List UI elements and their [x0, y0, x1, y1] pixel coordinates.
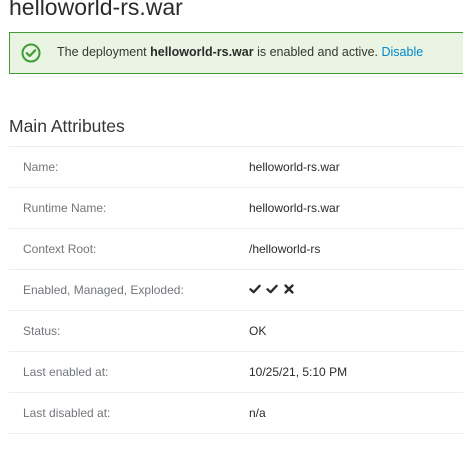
attribute-row-last-enabled: Last enabled at: 10/25/21, 5:10 PM	[9, 352, 463, 393]
check-circle-icon	[21, 43, 41, 63]
attribute-label: Enabled, Managed, Exploded:	[23, 283, 184, 297]
status-value: OK	[249, 324, 267, 338]
attribute-label: Context Root:	[23, 242, 97, 256]
attribute-row-context-root: Context Root: /helloworld-rs	[9, 229, 463, 270]
attribute-label: Last enabled at:	[23, 365, 109, 379]
attribute-row-status: Status: OK	[9, 311, 463, 352]
deployment-details-page: helloworld-rs.war The deployment hellowo…	[0, 0, 463, 461]
attribute-value: 10/25/21, 5:10 PM	[249, 365, 348, 379]
attribute-label: Last disabled at:	[23, 406, 111, 420]
alert-message-prefix: The deployment	[57, 45, 151, 59]
flags-value	[249, 283, 295, 295]
attribute-row-runtime-name: Runtime Name: helloworld-rs.war	[9, 188, 463, 229]
attribute-value: helloworld-rs.war	[249, 160, 340, 174]
times-icon	[283, 283, 295, 295]
attribute-label: Status:	[23, 324, 61, 338]
attribute-row-flags: Enabled, Managed, Exploded:	[9, 270, 463, 311]
alert-deployment-name: helloworld-rs.war	[150, 45, 254, 59]
attribute-value: helloworld-rs.war	[249, 201, 340, 215]
main-attributes-heading: Main Attributes	[9, 116, 125, 136]
alert-message: The deployment helloworld-rs.war is enab…	[57, 45, 423, 59]
check-icon	[249, 283, 261, 295]
main-attributes-table: Name: helloworld-rs.war Runtime Name: he…	[9, 146, 463, 434]
success-alert: The deployment helloworld-rs.war is enab…	[9, 32, 463, 74]
page-title: helloworld-rs.war	[9, 0, 183, 20]
attribute-row-last-disabled: Last disabled at: n/a	[9, 393, 463, 434]
context-root-link[interactable]: /helloworld-rs	[249, 242, 320, 256]
attribute-value: n/a	[249, 406, 266, 420]
attribute-row-name: Name: helloworld-rs.war	[9, 147, 463, 188]
attribute-label: Name:	[23, 160, 59, 174]
alert-message-suffix: is enabled and active.	[253, 45, 378, 59]
check-icon	[266, 283, 278, 295]
attribute-label: Runtime Name:	[23, 201, 107, 215]
disable-link[interactable]: Disable	[381, 45, 423, 59]
